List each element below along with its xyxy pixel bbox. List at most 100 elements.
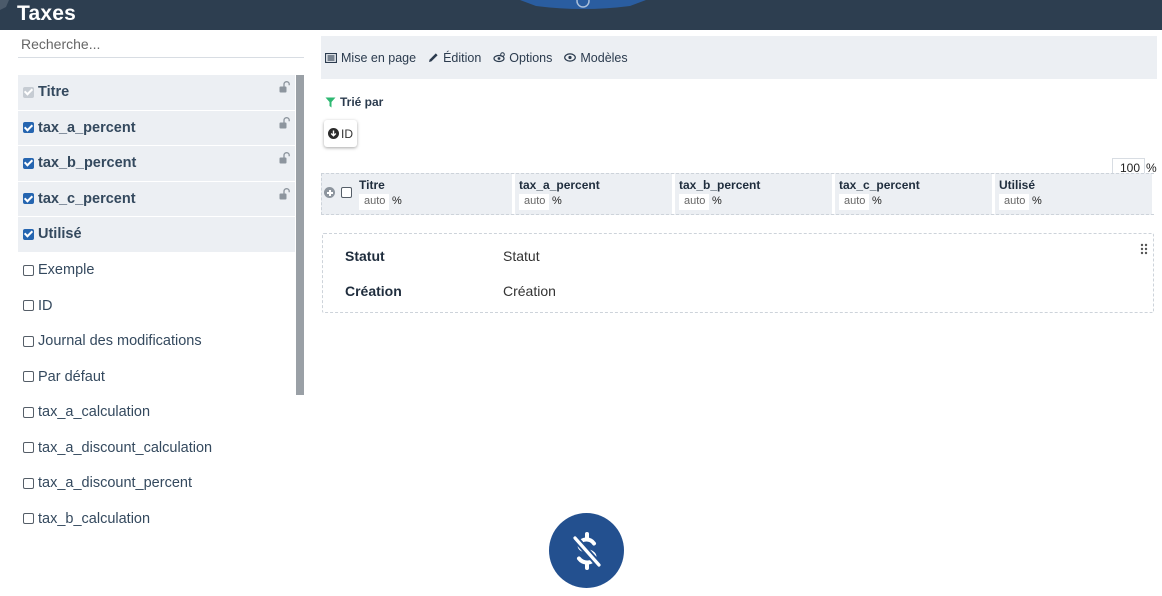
detail-row[interactable]: Statut Statut xyxy=(345,248,540,264)
sidebar-scrollbar[interactable] xyxy=(296,75,304,395)
column-separator[interactable] xyxy=(992,174,995,214)
arrow-down-circle-icon xyxy=(328,128,339,139)
column-width-input[interactable]: auto xyxy=(359,194,389,210)
field-item[interactable]: tax_a_percent xyxy=(18,110,295,146)
eye-icon xyxy=(564,53,577,62)
field-item[interactable]: Exemple xyxy=(18,253,295,289)
field-label: Journal des modifications xyxy=(38,333,202,350)
unlock-icon[interactable] xyxy=(279,152,291,164)
column-width-input[interactable]: auto xyxy=(999,194,1029,210)
field-label: tax_a_discount_percent xyxy=(38,475,192,492)
column-width-unit: % xyxy=(872,195,882,207)
field-label: tax_a_discount_calculation xyxy=(38,439,213,456)
field-checkbox[interactable] xyxy=(23,513,34,525)
field-checkbox[interactable] xyxy=(23,193,34,205)
field-item[interactable]: tax_a_calculation xyxy=(18,395,295,431)
field-checkbox[interactable] xyxy=(23,228,34,240)
templates-label: Modèles xyxy=(580,50,628,65)
field-item[interactable]: Titre xyxy=(18,75,295,111)
field-checkbox[interactable] xyxy=(23,157,34,169)
sorted-by: Trié par xyxy=(325,95,383,109)
field-checkbox[interactable] xyxy=(23,406,34,418)
app-header: Taxes xyxy=(0,0,1162,30)
unlock-icon[interactable] xyxy=(279,116,291,129)
field-label: tax_a_calculation xyxy=(38,404,151,421)
sort-field-chip[interactable]: ID xyxy=(324,120,357,147)
field-checkbox[interactable] xyxy=(23,371,34,383)
field-label: tax_b_percent xyxy=(38,155,137,172)
field-checkbox[interactable] xyxy=(23,477,34,489)
column-separator[interactable] xyxy=(672,174,675,214)
logo-badge-icon xyxy=(520,0,646,9)
layout-button[interactable]: Mise en page xyxy=(325,51,416,65)
unlock-icon[interactable] xyxy=(279,81,291,93)
options-icon xyxy=(493,52,506,63)
field-list: Titre tax_a_percent tax_b_percent tax_c_per… xyxy=(18,75,295,537)
field-label: Utilisé xyxy=(38,226,82,243)
field-checkbox[interactable] xyxy=(23,122,34,134)
column-width-input[interactable]: auto xyxy=(839,194,869,210)
column-width-input[interactable]: auto xyxy=(519,194,549,210)
toolbar: Mise en page Édition Options Modèles xyxy=(321,36,1157,79)
page-title: Taxes xyxy=(17,2,76,25)
detail-card: Statut Statut Création Création xyxy=(322,233,1154,313)
detail-row[interactable]: Création Création xyxy=(345,283,556,299)
edit-button[interactable]: Édition xyxy=(428,51,481,65)
field-label: Titre xyxy=(38,84,70,101)
sorted-by-label: Trié par xyxy=(340,95,384,109)
field-checkbox[interactable] xyxy=(23,300,34,312)
field-item[interactable]: ID xyxy=(18,288,295,324)
layout-icon xyxy=(325,52,337,63)
field-checkbox[interactable] xyxy=(23,442,34,454)
column-width-unit: % xyxy=(552,195,562,207)
detail-key: Statut xyxy=(345,248,385,264)
field-item[interactable]: tax_b_percent xyxy=(18,146,295,182)
gear-icon[interactable] xyxy=(0,0,14,14)
field-item[interactable]: Par défaut xyxy=(18,359,295,395)
pencil-icon xyxy=(429,53,438,62)
column-width-unit: % xyxy=(392,195,402,207)
options-label: Options xyxy=(509,50,553,65)
edit-label: Édition xyxy=(443,50,482,65)
field-checkbox[interactable] xyxy=(23,264,34,276)
field-label: Exemple xyxy=(38,262,95,279)
filter-icon xyxy=(325,97,336,107)
field-item[interactable]: Utilisé xyxy=(18,217,295,253)
column-width-unit: % xyxy=(1032,195,1042,207)
field-item[interactable]: Journal des modifications xyxy=(18,324,295,360)
search-input[interactable] xyxy=(18,31,304,58)
column-separator[interactable] xyxy=(512,174,515,214)
column-separator[interactable] xyxy=(832,174,835,214)
drag-handle-icon[interactable] xyxy=(1140,243,1148,255)
field-item[interactable]: tax_a_discount_calculation xyxy=(18,430,295,466)
column-separator[interactable] xyxy=(1152,174,1155,214)
options-button[interactable]: Options xyxy=(493,51,552,65)
field-item[interactable]: tax_b_calculation xyxy=(18,501,295,537)
column-name: Utilisé xyxy=(999,178,1036,192)
app-logo[interactable] xyxy=(549,513,624,588)
add-column-icon[interactable] xyxy=(324,187,335,198)
field-label: tax_c_percent xyxy=(38,190,136,207)
detail-value: Création xyxy=(503,283,556,299)
column-width-input[interactable]: auto xyxy=(679,194,709,210)
sort-field-label: ID xyxy=(341,126,353,141)
select-all-checkbox[interactable] xyxy=(341,187,352,198)
column-name: Titre xyxy=(359,178,385,192)
column-layout: Titre auto% tax_a_percentauto% tax_b_percen… xyxy=(321,173,1155,215)
field-checkbox xyxy=(23,86,34,98)
layout-label: Mise en page xyxy=(341,50,417,65)
no-dollar-icon xyxy=(571,531,602,570)
column-name: tax_a_percent xyxy=(519,178,600,192)
field-checkbox[interactable] xyxy=(23,335,34,347)
unlock-icon[interactable] xyxy=(279,187,291,200)
detail-value: Statut xyxy=(503,248,540,264)
column-name: tax_b_percent xyxy=(679,178,761,192)
field-label: tax_b_calculation xyxy=(38,510,151,527)
column-name: tax_c_percent xyxy=(839,178,920,192)
templates-button[interactable]: Modèles xyxy=(564,50,628,65)
field-item[interactable]: tax_c_percent xyxy=(18,181,295,217)
field-item[interactable]: tax_a_discount_percent xyxy=(18,466,295,502)
column-width-unit: % xyxy=(712,195,722,207)
field-label: ID xyxy=(38,297,53,314)
column-controls xyxy=(324,187,352,198)
